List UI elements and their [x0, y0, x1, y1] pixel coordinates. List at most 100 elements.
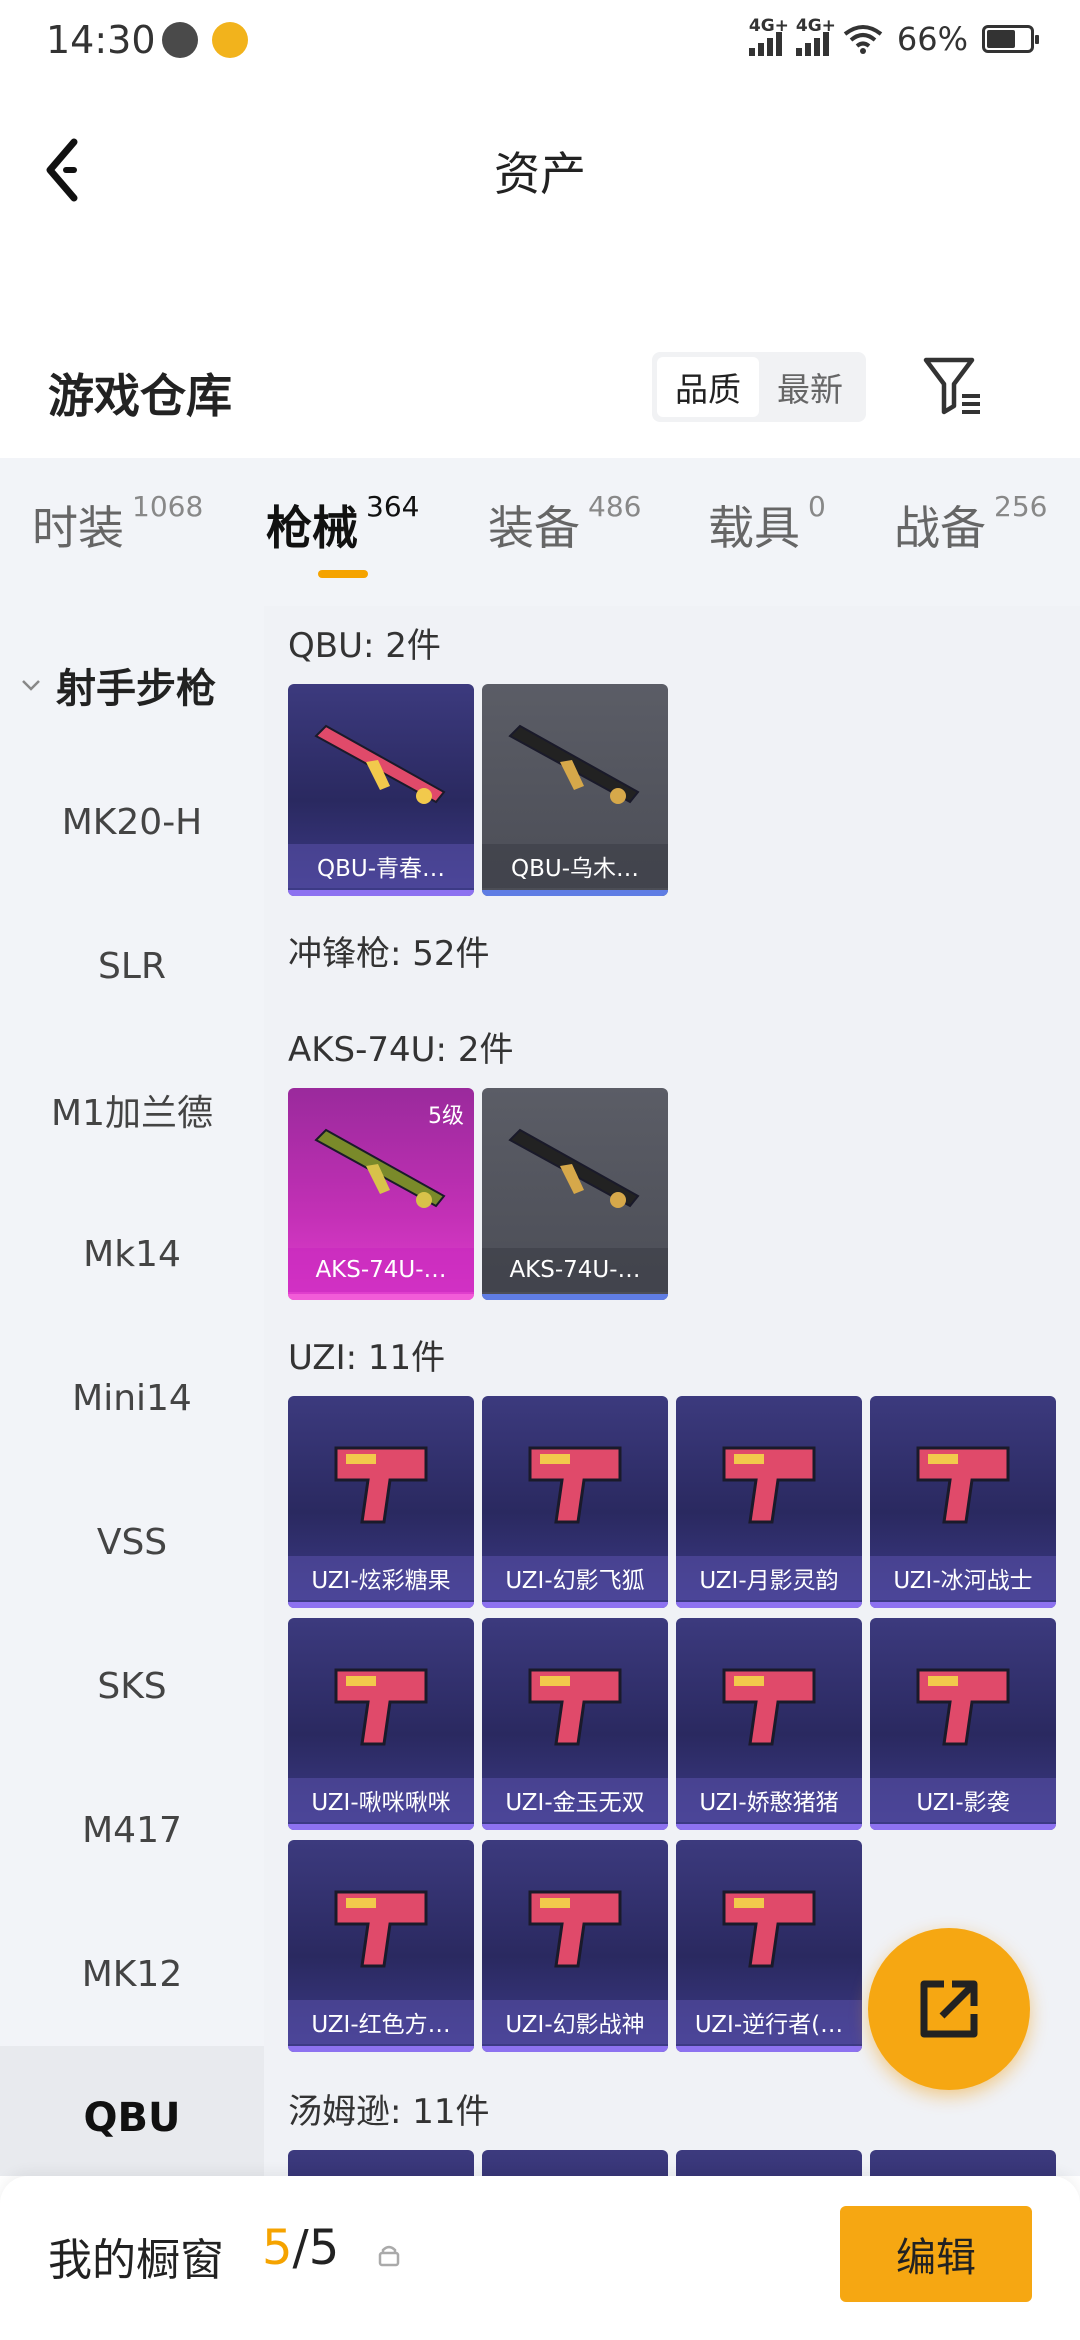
page-title: 资产	[494, 147, 586, 201]
tab-supplies[interactable]: 战备 256	[894, 490, 1047, 558]
section-header-thompson: 汤姆逊: 11件	[288, 2092, 490, 2132]
weapon-aks-card[interactable]: AKS-74U-…	[482, 1088, 668, 1300]
rarity-bar	[288, 890, 474, 896]
status-bar: 14:30 4G+ 4G+ 66%	[0, 0, 1080, 84]
sidebar-item-sks[interactable]: SKS	[0, 1614, 264, 1758]
weapon-uzi-card[interactable]: UZI-影袭	[870, 1618, 1056, 1830]
level-badge: 5级	[428, 1104, 464, 1129]
status-right: 4G+ 4G+ 66%	[748, 16, 1039, 58]
weapon-card-partial[interactable]	[676, 2150, 862, 2176]
signal-icon-2: 4G+	[795, 16, 836, 56]
sidebar-item-mini14[interactable]: Mini14	[0, 1326, 264, 1470]
weapon-card-partial[interactable]	[288, 2150, 474, 2176]
weapon-card-name: UZI-冰河战士	[870, 1556, 1056, 1600]
tab-firearms[interactable]: 枪械 364	[266, 490, 419, 558]
rarity-bar	[288, 1602, 474, 1608]
lock-icon	[378, 2245, 400, 2267]
weapon-card-name: UZI-影袭	[870, 1778, 1056, 1822]
sidebar-item-slr[interactable]: SLR	[0, 894, 264, 1038]
edit-button[interactable]: 编辑	[840, 2206, 1032, 2302]
weapon-uzi-card[interactable]: UZI-冰河战士	[870, 1396, 1056, 1608]
rarity-bar	[482, 1294, 668, 1300]
sort-quality-option[interactable]: 品质	[657, 357, 759, 417]
filter-button[interactable]	[920, 350, 984, 420]
rarity-bar	[676, 1824, 862, 1830]
section-header-uzi: UZI: 11件	[288, 1338, 446, 1378]
weapon-aks-card[interactable]: 5级 AKS-74U-…	[288, 1088, 474, 1300]
weapon-card-name: UZI-啾咪啾咪	[288, 1778, 474, 1822]
weapon-category-sidebar: 射手步枪 MK20-H SLR M1加兰德 Mk14 Mini14 VSS SK…	[0, 606, 264, 2176]
weapon-card-name: UZI-红色方…	[288, 2000, 474, 2044]
sidebar-item-qbu[interactable]: QBU	[0, 2046, 264, 2176]
showcase-label: 我的橱窗	[48, 2235, 224, 2286]
weapon-card-name: UZI-金玉无双	[482, 1778, 668, 1822]
rarity-bar	[482, 1824, 668, 1830]
warehouse-title: 游戏仓库	[48, 369, 232, 423]
weapon-uzi-card[interactable]: UZI-炫彩糖果	[288, 1396, 474, 1608]
rarity-bar	[288, 2046, 474, 2052]
app-notification-icon	[212, 22, 248, 58]
category-tabs: 时装 1068 枪械 364 装备 486 载具 0 战备 256	[0, 458, 1080, 606]
rarity-bar	[482, 1602, 668, 1608]
sidebar-item-mk14[interactable]: Mk14	[0, 1182, 264, 1326]
showcase-bar: 我的橱窗 5/5 编辑	[0, 2176, 1080, 2340]
section-header-aks: AKS-74U: 2件	[288, 1030, 514, 1070]
weapon-qbu-card[interactable]: QBU-乌木…	[482, 684, 668, 896]
rarity-bar	[482, 890, 668, 896]
weapon-card-name: UZI-炫彩糖果	[288, 1556, 474, 1600]
weapon-uzi-card[interactable]: UZI-红色方…	[288, 1840, 474, 2052]
weapon-card-name: AKS-74U-…	[482, 1248, 668, 1292]
tab-equipment[interactable]: 装备 486	[488, 490, 641, 558]
weapon-card-name: QBU-乌木…	[482, 844, 668, 888]
status-time: 14:30	[46, 18, 156, 62]
tab-fashion[interactable]: 时装 1068	[32, 490, 203, 558]
battery-icon	[982, 25, 1039, 53]
rarity-bar	[870, 1602, 1056, 1608]
rarity-bar	[870, 1824, 1056, 1830]
chevron-down-icon	[22, 680, 40, 691]
sidebar-item-m1garand[interactable]: M1加兰德	[0, 1038, 264, 1182]
showcase-count: 5/5	[262, 2220, 340, 2276]
weapon-uzi-card[interactable]: UZI-金玉无双	[482, 1618, 668, 1830]
weapon-uzi-card[interactable]: UZI-逆行者(…	[676, 1840, 862, 2052]
weapon-uzi-card[interactable]: UZI-月影灵韵	[676, 1396, 862, 1608]
rarity-bar	[676, 1602, 862, 1608]
filter-icon	[923, 357, 980, 415]
section-header-smg: 冲锋枪: 52件	[288, 934, 490, 974]
weapon-card-partial[interactable]	[870, 2150, 1056, 2176]
sidebar-item-mk20h[interactable]: MK20-H	[0, 750, 264, 894]
sidebar-item-vss[interactable]: VSS	[0, 1470, 264, 1614]
weapon-uzi-card[interactable]: UZI-啾咪啾咪	[288, 1618, 474, 1830]
sort-newest-option[interactable]: 最新	[759, 357, 861, 417]
weapon-card-name: UZI-逆行者(…	[676, 2000, 862, 2044]
weapon-card-name: AKS-74U-…	[288, 1248, 474, 1292]
weapon-uzi-card[interactable]: UZI-幻影战神	[482, 1840, 668, 2052]
active-tab-indicator	[318, 570, 368, 578]
sidebar-item-m417[interactable]: M417	[0, 1758, 264, 1902]
wechat-icon	[162, 22, 198, 58]
rarity-bar	[482, 2046, 668, 2052]
weapon-card-name: QBU-青春…	[288, 844, 474, 888]
signal-icon: 4G+	[748, 16, 789, 56]
notification-icons	[162, 22, 248, 58]
tab-vehicles[interactable]: 载具 0	[708, 490, 826, 558]
rarity-bar	[288, 1824, 474, 1830]
weapon-uzi-card[interactable]: UZI-幻影飞狐	[482, 1396, 668, 1608]
section-header-qbu: QBU: 2件	[288, 626, 441, 666]
share-fab[interactable]	[868, 1928, 1030, 2090]
weapon-card-partial[interactable]	[482, 2150, 668, 2176]
sidebar-group-marksman[interactable]: 射手步枪	[0, 656, 264, 714]
battery-percent: 66%	[896, 20, 968, 58]
wifi-icon	[843, 25, 883, 54]
weapon-uzi-card[interactable]: UZI-娇憨猪猪	[676, 1618, 862, 1830]
rarity-bar	[288, 1294, 474, 1300]
share-icon	[920, 1980, 978, 2038]
rarity-bar	[676, 2046, 862, 2052]
weapon-card-name: UZI-娇憨猪猪	[676, 1778, 862, 1822]
sidebar-item-mk12[interactable]: MK12	[0, 1902, 264, 2046]
weapon-card-name: UZI-幻影战神	[482, 2000, 668, 2044]
weapon-card-name: UZI-月影灵韵	[676, 1556, 862, 1600]
weapon-qbu-card[interactable]: QBU-青春…	[288, 684, 474, 896]
sort-toggle: 品质 最新	[652, 352, 866, 422]
weapon-card-name: UZI-幻影飞狐	[482, 1556, 668, 1600]
